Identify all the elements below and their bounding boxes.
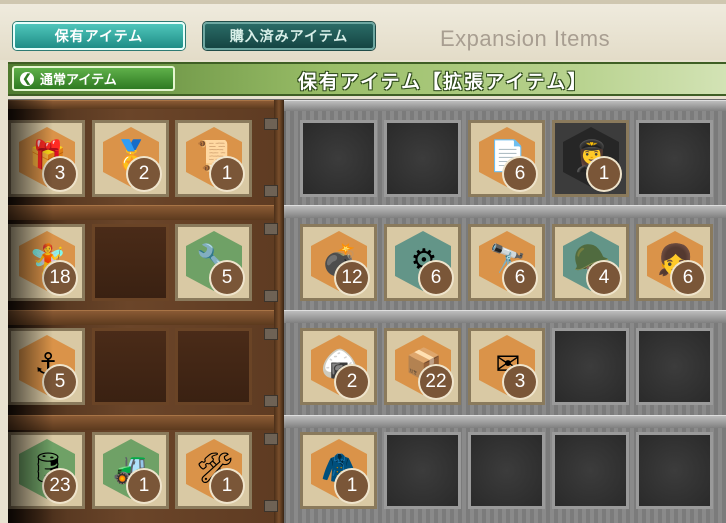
item-slot[interactable]: 🔧 5 — [175, 224, 252, 301]
item-slot[interactable]: 🪖 4 — [552, 224, 629, 301]
section-title: 保有アイテム【拡張アイテム】 — [298, 71, 589, 93]
hinge-icon — [264, 395, 278, 407]
shelf-plank — [8, 310, 283, 325]
chevron-left-icon: ❮ — [20, 71, 34, 86]
shelf-plank — [8, 205, 283, 220]
hinge-icon — [264, 500, 278, 512]
shelf-plank — [8, 415, 283, 430]
item-count: 23 — [44, 470, 76, 502]
shelf-plank — [8, 100, 283, 109]
storage-rail — [284, 310, 726, 323]
empty-slot — [384, 432, 461, 509]
item-count: 2 — [128, 158, 160, 190]
item-count: 1 — [336, 470, 368, 502]
item-slot[interactable]: 🚜 1 — [92, 432, 169, 509]
item-slot[interactable]: 🍙 2 — [300, 328, 377, 405]
empty-slot — [384, 120, 461, 197]
item-slot[interactable]: ⚙ 6 — [384, 224, 461, 301]
item-slot[interactable]: 👩‍✈️ 1 — [552, 120, 629, 197]
back-to-normal-items-button[interactable]: ❮ 通常アイテム — [12, 66, 175, 91]
storage-rail — [284, 415, 726, 428]
item-slot[interactable]: 📄 6 — [468, 120, 545, 197]
hinge-icon — [264, 328, 278, 340]
item-slot[interactable]: 🏅 2 — [92, 120, 169, 197]
item-slot[interactable]: 👧 6 — [636, 224, 713, 301]
empty-slot — [636, 120, 713, 197]
item-count: 3 — [504, 366, 536, 398]
item-slot[interactable]: 🎁 3 — [8, 120, 85, 197]
item-slot[interactable]: ✉ 3 — [468, 328, 545, 405]
storage-rail — [284, 205, 726, 218]
hinge-icon — [264, 223, 278, 235]
item-slot[interactable]: 📜 1 — [175, 120, 252, 197]
empty-slot — [92, 328, 169, 405]
item-count: 3 — [44, 158, 76, 190]
empty-slot — [636, 432, 713, 509]
item-count: 6 — [672, 262, 704, 294]
empty-slot — [552, 328, 629, 405]
item-count: 5 — [211, 262, 243, 294]
empty-slot — [636, 328, 713, 405]
item-slot[interactable]: 📦 22 — [384, 328, 461, 405]
tab-owned-items[interactable]: 保有アイテム — [13, 22, 185, 50]
item-slot[interactable]: 🛢 23 — [8, 432, 85, 509]
item-count: 6 — [504, 262, 536, 294]
hinge-icon — [264, 118, 278, 130]
item-slot[interactable]: 🧥 1 — [300, 432, 377, 509]
item-count: 18 — [44, 262, 76, 294]
tab-purchased-items[interactable]: 購入済みアイテム — [203, 22, 375, 50]
item-count: 2 — [336, 366, 368, 398]
hinge-icon — [264, 290, 278, 302]
empty-slot — [92, 224, 169, 301]
item-count: 1 — [211, 470, 243, 502]
expansion-items-title: Expansion Items — [440, 26, 611, 51]
empty-slot — [552, 432, 629, 509]
item-count: 1 — [588, 158, 620, 190]
hinge-icon — [264, 433, 278, 445]
item-count: 6 — [504, 158, 536, 190]
storage-rail — [284, 100, 726, 111]
shelf-post — [274, 100, 284, 523]
back-button-label: 通常アイテム — [40, 73, 117, 88]
item-count: 1 — [128, 470, 160, 502]
item-slot[interactable]: 💣 12 — [300, 224, 377, 301]
hinge-icon — [264, 185, 278, 197]
item-count: 4 — [588, 262, 620, 294]
item-slot[interactable]: 🧚 18 — [8, 224, 85, 301]
item-slot[interactable]: 🔭 6 — [468, 224, 545, 301]
item-slot[interactable]: ⚓ 5 — [8, 328, 85, 405]
item-slot[interactable]: 🛠 1 — [175, 432, 252, 509]
item-count: 6 — [420, 262, 452, 294]
empty-slot — [468, 432, 545, 509]
item-count: 22 — [420, 366, 452, 398]
item-count: 5 — [44, 366, 76, 398]
empty-slot — [300, 120, 377, 197]
item-count: 1 — [211, 158, 243, 190]
empty-slot — [175, 328, 252, 405]
item-count: 12 — [336, 262, 368, 294]
